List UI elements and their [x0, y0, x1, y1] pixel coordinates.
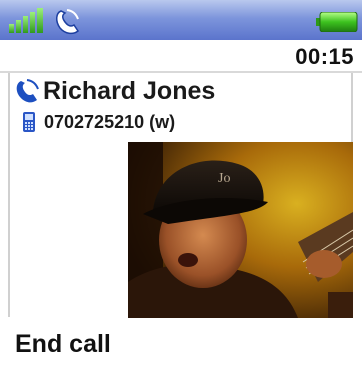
caller-number-row: 0702725210 (w) [22, 109, 175, 135]
phone-handset-icon [16, 79, 39, 103]
svg-text:Jo: Jo [218, 171, 230, 186]
frame-border-left [8, 73, 10, 317]
caller-name: Richard Jones [43, 76, 216, 105]
mobile-phone-icon [23, 112, 35, 132]
call-duration: 00:15 [295, 44, 354, 69]
call-in-progress-icon [56, 9, 80, 35]
battery-icon [316, 12, 358, 32]
video-feed: Jo [128, 142, 353, 318]
caller-number: 0702725210 (w) [44, 111, 176, 132]
signal-strength-icon [9, 8, 43, 33]
end-call-button[interactable]: End call [15, 330, 111, 359]
status-bar [0, 0, 362, 40]
caller-info: Richard Jones [14, 76, 215, 106]
divider [0, 71, 362, 73]
